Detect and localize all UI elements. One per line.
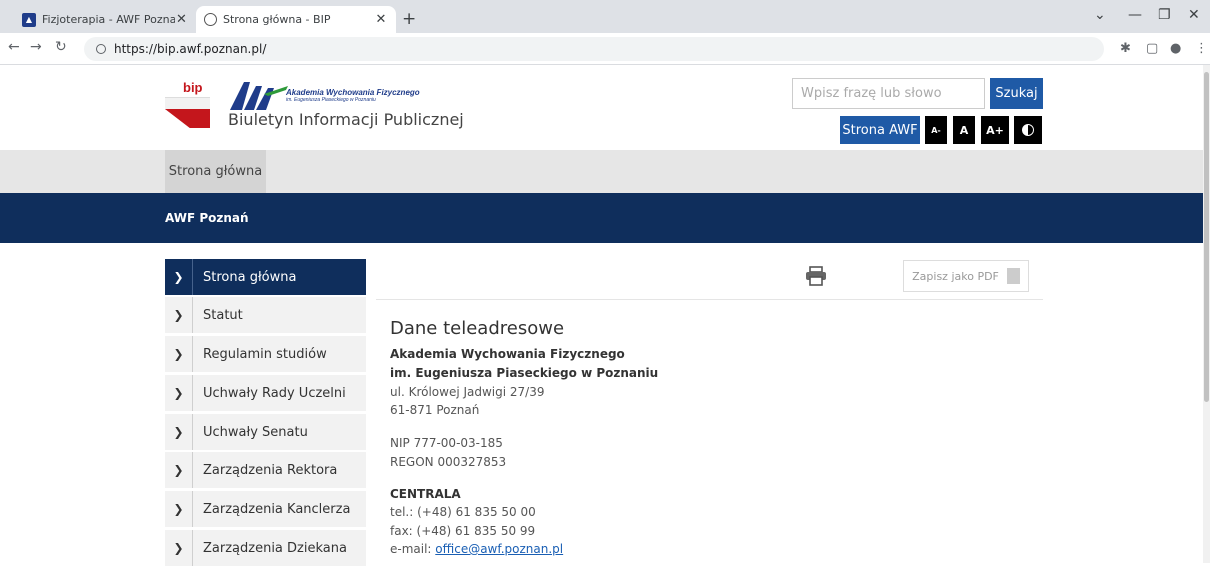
sidebar-item-label: Regulamin studiów [203, 346, 327, 362]
url-text: https://bip.awf.poznan.pl/ [114, 42, 267, 56]
centrala-heading: CENTRALA [390, 487, 461, 501]
chevron-right-icon: ❯ [165, 259, 193, 295]
font-decrease-button[interactable]: A- [925, 116, 947, 144]
sidebar-item-label: Statut [203, 307, 243, 323]
nip-number: NIP 777-00-03-185 [390, 436, 503, 450]
content-divider [376, 299, 1043, 300]
fax-number: fax: (+48) 61 835 50 99 [390, 524, 536, 538]
page-title: Dane teleadresowe [390, 318, 565, 339]
page-scrollbar-thumb[interactable] [1204, 72, 1209, 402]
sidebar-item-zarzadzenia-kanclerza[interactable]: ❯ Zarządzenia Kanclerza [165, 491, 366, 527]
section-title: AWF Poznań [165, 211, 249, 225]
contrast-icon [1022, 124, 1034, 136]
tab-search-chevron-icon[interactable]: ⌄ [1094, 7, 1106, 23]
section-header-bar: AWF Poznań [0, 193, 1210, 243]
awf-favicon-icon: ▲ [22, 12, 36, 27]
awf-website-button[interactable]: Strona AWF [840, 116, 920, 144]
browser-tab-fizjoterapia[interactable]: ▲ Fizjoterapia - AWF Poznań ✕ [14, 6, 196, 33]
minimize-window-icon[interactable]: — [1128, 7, 1142, 23]
sidebar-item-uchwaly-senatu[interactable]: ❯ Uchwały Senatu [165, 414, 366, 450]
search-button[interactable]: Szukaj [990, 78, 1043, 109]
awf-name-line2: im. Eugeniusza Piaseckiego w Poznaniu [286, 97, 376, 103]
sidebar-item-uchwaly-rady[interactable]: ❯ Uchwały Rady Uczelni [165, 375, 366, 411]
browser-menu-icon[interactable]: ⋮ [1195, 41, 1208, 56]
sidebar-item-label: Zarządzenia Rektora [203, 462, 338, 478]
side-panel-icon[interactable]: ▢ [1146, 41, 1158, 56]
chevron-right-icon: ❯ [165, 297, 193, 333]
sidebar-item-regulamin[interactable]: ❯ Regulamin studiów [165, 336, 366, 372]
reload-icon[interactable]: ↻ [55, 39, 67, 55]
print-icon[interactable] [805, 266, 827, 286]
phone-number: tel.: (+48) 61 835 50 00 [390, 505, 536, 519]
sidebar-item-statut[interactable]: ❯ Statut [165, 297, 366, 333]
sidebar-item-label: Zarządzenia Dziekana [203, 540, 347, 556]
font-increase-button[interactable]: A+ [981, 116, 1009, 144]
profile-avatar-icon[interactable]: ● [1170, 41, 1181, 56]
back-arrow-icon[interactable]: ← [8, 39, 20, 55]
forward-arrow-icon[interactable]: → [30, 39, 42, 55]
chevron-right-icon: ❯ [165, 336, 193, 372]
close-tab-icon[interactable]: ✕ [374, 12, 388, 27]
chevron-right-icon: ❯ [165, 414, 193, 450]
site-info-icon[interactable] [96, 44, 106, 54]
sidebar-item-label: Uchwały Rady Uczelni [203, 385, 346, 401]
email-link[interactable]: office@awf.poznan.pl [435, 542, 563, 556]
email-label: e-mail: [390, 542, 436, 556]
address-city: 61-871 Poznań [390, 403, 480, 417]
sidebar-item-label: Uchwały Senatu [203, 424, 308, 440]
bip-logo[interactable]: bip [165, 80, 210, 128]
browser-tab-bar: ▲ Fizjoterapia - AWF Poznań ✕ Strona głó… [0, 0, 1210, 33]
top-navigation: Strona główna [0, 150, 1210, 193]
sidebar-item-label: Strona główna [203, 269, 297, 285]
sidebar-item-home[interactable]: ❯ Strona główna [165, 259, 366, 295]
globe-icon [204, 13, 217, 26]
org-name-line2: im. Eugeniusza Piaseckiego w Poznaniu [390, 366, 659, 380]
nav-tab-home[interactable]: Strona główna [165, 150, 266, 193]
org-name-line1: Akademia Wychowania Fizycznego [390, 347, 625, 361]
sidebar-item-zarzadzenia-rektora[interactable]: ❯ Zarządzenia Rektora [165, 452, 366, 488]
regon-number: REGON 000327853 [390, 455, 507, 469]
tab-title: Strona główna - BIP [223, 13, 331, 26]
chevron-right-icon: ❯ [165, 491, 193, 527]
address-street: ul. Królowej Jadwigi 27/39 [390, 385, 545, 399]
browser-tab-bip[interactable]: Strona główna - BIP ✕ [196, 6, 396, 33]
chevron-right-icon: ❯ [165, 530, 193, 566]
sidebar-item-label: Zarządzenia Kanclerza [203, 501, 351, 517]
awf-name-line1: Akademia Wychowania Fizycznego [286, 88, 420, 97]
close-tab-icon[interactable]: ✕ [175, 12, 188, 27]
extensions-puzzle-icon[interactable]: ✱ [1120, 41, 1131, 56]
url-field[interactable]: https://bip.awf.poznan.pl/ [84, 37, 1104, 61]
contrast-toggle-button[interactable] [1014, 116, 1042, 144]
save-as-pdf-button[interactable]: Zapisz jako PDF [903, 260, 1029, 292]
close-window-icon[interactable]: ✕ [1188, 7, 1200, 23]
save-as-pdf-label: Zapisz jako PDF [912, 269, 999, 283]
email-line: e-mail: office@awf.poznan.pl [390, 542, 563, 556]
chevron-right-icon: ❯ [165, 452, 193, 488]
bip-logo-text: bip [183, 80, 203, 95]
tab-title: Fizjoterapia - AWF Poznań [42, 13, 175, 26]
site-title: Biuletyn Informacji Publicznej [228, 110, 464, 129]
font-normal-button[interactable]: A [953, 116, 975, 144]
new-tab-plus-icon[interactable]: + [402, 9, 416, 29]
pdf-file-icon [1006, 268, 1020, 284]
chevron-right-icon: ❯ [165, 375, 193, 411]
search-input[interactable] [792, 78, 985, 109]
sidebar-item-zarzadzenia-dziekana[interactable]: ❯ Zarządzenia Dziekana [165, 530, 366, 566]
browser-address-bar: ← → ↻ https://bip.awf.poznan.pl/ ✱ ▢ ● ⋮ [0, 33, 1210, 65]
awf-logo-icon[interactable] [228, 80, 290, 112]
maximize-window-icon[interactable]: ❐ [1158, 7, 1171, 23]
